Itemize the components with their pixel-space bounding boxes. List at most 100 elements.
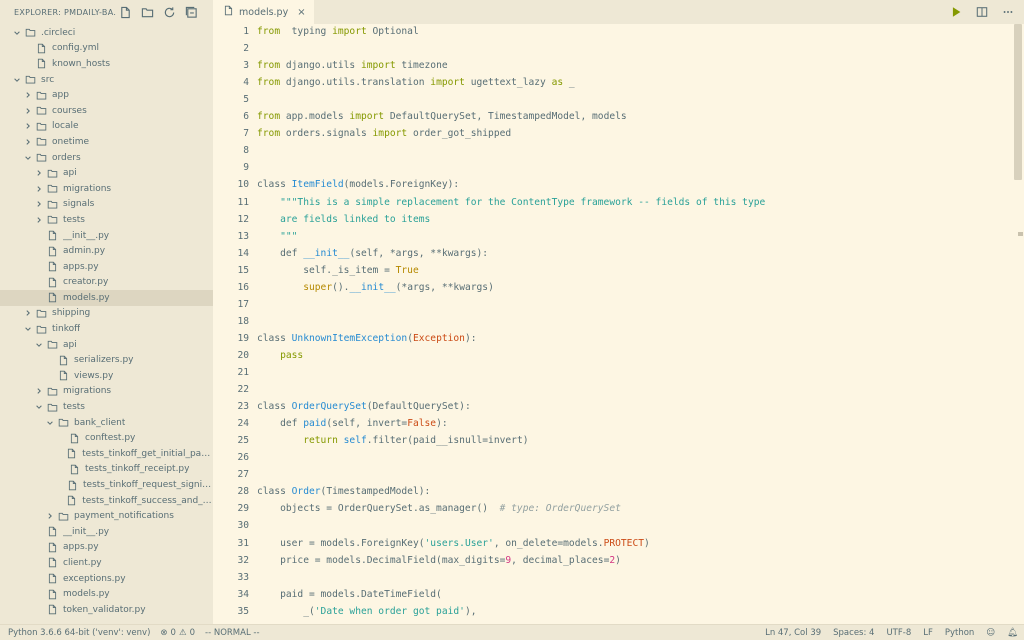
chevron-right-icon[interactable] — [34, 386, 44, 396]
tree-folder[interactable]: courses — [0, 103, 213, 119]
chevron-right-icon[interactable] — [45, 511, 55, 521]
tree-folder[interactable]: signals — [0, 197, 213, 213]
feedback-icon[interactable]: ☺ — [986, 628, 995, 638]
scrollbar-thumb[interactable] — [1014, 24, 1022, 180]
tree-file[interactable]: tests_tinkoff_request_signing.py — [0, 477, 213, 493]
file-icon — [46, 276, 58, 288]
tree-folder[interactable]: orders — [0, 150, 213, 166]
chevron-right-icon[interactable] — [23, 308, 33, 318]
tree-folder[interactable]: migrations — [0, 181, 213, 197]
code-line: def paid(self, invert=False): — [257, 418, 448, 429]
chevron-right-icon[interactable] — [34, 168, 44, 178]
problems-indicator[interactable]: ⊗ 0 ⚠ 0 — [160, 628, 195, 638]
code-token: """ — [257, 230, 298, 242]
chevron-down-icon[interactable] — [34, 402, 44, 412]
chevron-right-icon[interactable] — [34, 184, 44, 194]
tree-file[interactable]: tests_tinkoff_get_initial_payment_... — [0, 446, 213, 462]
chevron-right-icon[interactable] — [23, 121, 33, 131]
tree-folder[interactable]: shipping — [0, 306, 213, 322]
tree-folder[interactable]: onetime — [0, 134, 213, 150]
tree-file[interactable]: client.py — [0, 555, 213, 571]
tree-file[interactable]: known_hosts — [0, 56, 213, 72]
tree-folder[interactable]: tests — [0, 212, 213, 228]
tree-file[interactable]: conftest.py — [0, 430, 213, 446]
tree-folder[interactable]: app — [0, 87, 213, 103]
tree-file[interactable]: apps.py — [0, 259, 213, 275]
code-token: """This is a simple replacement for the … — [257, 196, 766, 208]
code-token: pass — [257, 349, 304, 361]
code-line: def __init__(self, *args, **kwargs): — [257, 248, 488, 259]
editor-scrollbar[interactable] — [1012, 24, 1024, 624]
encoding[interactable]: UTF-8 — [886, 628, 911, 638]
chevron-right-icon[interactable] — [34, 199, 44, 209]
tree-folder[interactable]: api — [0, 337, 213, 353]
tree-file[interactable]: __init__.py — [0, 524, 213, 540]
tree-item-label: locale — [52, 121, 79, 132]
tree-file[interactable]: models.py — [0, 586, 213, 602]
chevron-down-icon[interactable] — [23, 153, 33, 163]
tree-file[interactable]: creator.py — [0, 275, 213, 291]
chevron-down-icon[interactable] — [23, 324, 33, 334]
chevron-right-icon[interactable] — [23, 137, 33, 147]
code-line: from orders.signals import order_got_shi… — [257, 128, 511, 139]
code-line: pass — [257, 350, 303, 361]
tree-folder[interactable]: locale — [0, 119, 213, 135]
chevron-down-icon[interactable] — [34, 340, 44, 350]
tree-folder[interactable]: migrations — [0, 384, 213, 400]
tree-file[interactable]: models.py — [0, 290, 213, 306]
python-interpreter[interactable]: Python 3.6.6 64-bit ('venv': venv) — [8, 628, 150, 638]
tree-folder[interactable]: tests — [0, 399, 213, 415]
tree-file[interactable]: __init__.py — [0, 228, 213, 244]
tree-folder[interactable]: bank_client — [0, 415, 213, 431]
collapse-all-icon[interactable] — [183, 4, 199, 20]
file-icon — [57, 354, 69, 366]
tree-file[interactable]: tests_tinkoff_success_and_fail_url... — [0, 493, 213, 509]
tree-folder[interactable]: api — [0, 165, 213, 181]
chevron-right-icon[interactable] — [34, 215, 44, 225]
indentation[interactable]: Spaces: 4 — [833, 628, 874, 638]
language-mode[interactable]: Python — [945, 628, 974, 638]
folder-icon — [24, 74, 36, 86]
tree-folder[interactable]: .circleci — [0, 25, 213, 41]
chevron-right-icon[interactable] — [23, 106, 33, 116]
close-tab-icon[interactable]: × — [297, 7, 305, 18]
tree-file[interactable]: token_validator.py — [0, 602, 213, 618]
end-of-line[interactable]: LF — [923, 628, 933, 638]
tree-folder[interactable]: tinkoff — [0, 321, 213, 337]
code-editor[interactable]: 1 from typing import Optional 2 3 from djang… — [213, 24, 1012, 624]
tree-folder[interactable]: src — [0, 72, 213, 88]
code-token: True — [395, 264, 419, 276]
cursor-position[interactable]: Ln 47, Col 39 — [765, 628, 821, 638]
chevron-down-icon[interactable] — [45, 418, 55, 428]
tree-file[interactable]: tests_tinkoff_receipt.py — [0, 462, 213, 478]
chevron-down-icon[interactable] — [12, 28, 22, 38]
refresh-icon[interactable] — [161, 4, 177, 20]
file-icon — [46, 541, 58, 553]
split-editor-icon[interactable] — [974, 4, 990, 20]
tree-file[interactable]: admin.py — [0, 243, 213, 259]
run-icon[interactable] — [948, 4, 964, 20]
tree-item-label: migrations — [63, 183, 112, 194]
tree-file[interactable]: apps.py — [0, 540, 213, 556]
folder-icon — [24, 27, 36, 39]
chevron-down-icon[interactable] — [12, 75, 22, 85]
tree-file[interactable]: views.py — [0, 368, 213, 384]
notifications-icon[interactable]: 🔔︎ — [1007, 628, 1018, 638]
code-line: """This is a simple replacement for the … — [257, 197, 765, 208]
chevron-right-icon[interactable] — [23, 90, 33, 100]
more-actions-icon[interactable] — [1000, 4, 1016, 20]
code-token: from — [257, 60, 281, 72]
file-icon — [57, 370, 69, 382]
new-file-icon[interactable] — [117, 4, 133, 20]
tree-file[interactable]: exceptions.py — [0, 571, 213, 587]
tree-folder[interactable]: payment_notifications — [0, 508, 213, 524]
tab-models-py[interactable]: models.py × — [213, 0, 314, 24]
tree-file[interactable]: serializers.py — [0, 352, 213, 368]
new-folder-icon[interactable] — [139, 4, 155, 20]
tree-file[interactable]: config.yml — [0, 41, 213, 57]
code-token: , on_delete=models. — [493, 537, 604, 549]
